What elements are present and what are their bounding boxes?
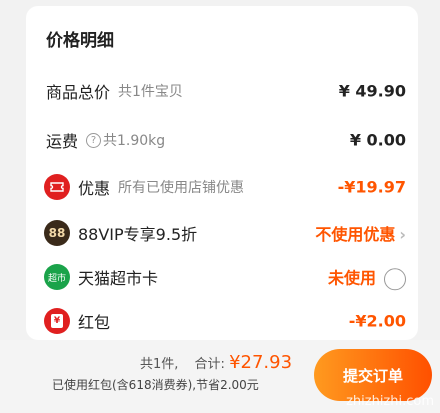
goods-total-row: 商品总价 共1件宝贝 ¥ 49.90 xyxy=(26,73,418,109)
discount-sub: 所有已使用店铺优惠 xyxy=(118,180,245,196)
tmall-card-row[interactable]: 超市 天猫超市卡 未使用 xyxy=(26,259,418,295)
shipping-row: 运费 ? 共1.90kg ¥ 0.00 xyxy=(26,122,418,158)
red-packet-glyph: ¥ xyxy=(51,314,63,328)
coupon-icon xyxy=(44,174,70,200)
tmall-card-label: 天猫超市卡 xyxy=(78,269,159,288)
total-label: 合计: xyxy=(194,357,225,372)
discount-amount: -¥19.97 xyxy=(337,177,406,197)
shipping-amount: ¥ 0.00 xyxy=(349,130,406,150)
price-detail-card: 价格明细 商品总价 共1件宝贝 ¥ 49.90 运费 ? 共1.90kg ¥ 0… xyxy=(26,6,418,340)
footer-summary: 共1件, 合计: ¥27.93 xyxy=(140,352,292,373)
red-packet-row[interactable]: ¥ 红包 -¥2.00 xyxy=(26,303,418,339)
card-title: 价格明细 xyxy=(46,31,114,51)
goods-total-amount: ¥ 49.90 xyxy=(338,81,406,101)
tmall-supermarket-icon: 超市 xyxy=(44,264,70,290)
goods-total-sub: 共1件宝贝 xyxy=(118,84,183,100)
goods-total-label: 商品总价 xyxy=(46,83,111,102)
coupon-glyph-icon xyxy=(50,182,64,192)
chevron-right-icon: › xyxy=(399,225,406,244)
shipping-sub: 共1.90kg xyxy=(103,133,166,149)
savings-note: 已使用红包(含618消费券),节省2.00元 xyxy=(52,378,259,392)
tmall-card-action: 未使用 xyxy=(328,264,406,290)
checkout-footer: 共1件, 合计: ¥27.93 已使用红包(含618消费券),节省2.00元 提… xyxy=(0,340,440,413)
discount-row[interactable]: 优惠 所有已使用店铺优惠 -¥19.97 xyxy=(26,169,418,205)
item-count: 共1件, xyxy=(140,357,179,372)
vip-label: 88VIP专享9.5折 xyxy=(78,225,198,244)
vip-88-icon: 88 xyxy=(44,220,70,246)
help-icon[interactable]: ? xyxy=(86,132,102,148)
discount-label: 优惠 xyxy=(78,179,111,198)
total-amount: ¥27.93 xyxy=(229,352,293,373)
shipping-label: 运费 xyxy=(46,132,79,151)
red-packet-label: 红包 xyxy=(78,313,111,332)
watermark: zhizhizhi.com xyxy=(346,394,434,409)
red-packet-icon: ¥ xyxy=(44,308,70,334)
red-packet-amount: -¥2.00 xyxy=(348,311,406,331)
vip-action[interactable]: 不使用优惠 › xyxy=(315,221,406,245)
tmall-card-action-text: 未使用 xyxy=(327,268,376,288)
tmall-card-radio[interactable] xyxy=(384,267,406,290)
vip-row[interactable]: 88 88VIP专享9.5折 不使用优惠 › xyxy=(26,215,418,251)
vip-action-text: 不使用优惠 xyxy=(315,225,396,244)
